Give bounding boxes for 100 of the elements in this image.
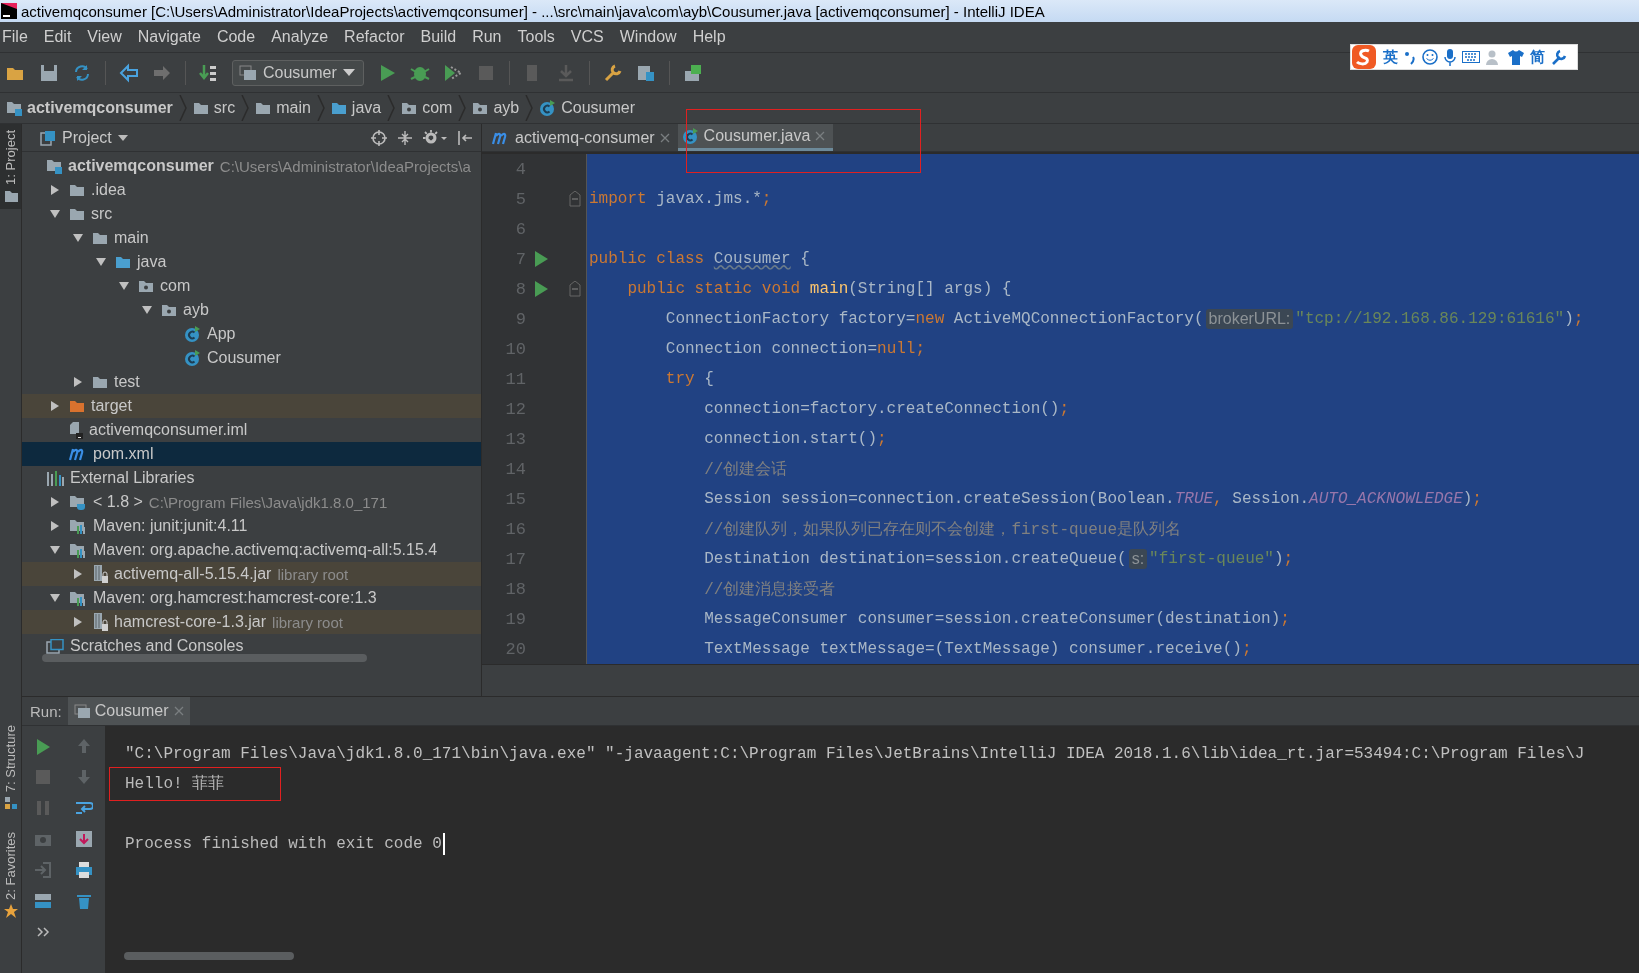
run-tab[interactable]: Cousumer (67, 697, 190, 725)
tree-item[interactable]: src (22, 202, 481, 226)
smiley-icon[interactable] (1422, 49, 1438, 65)
breadcrumb[interactable]: activemqconsumer (6, 99, 173, 117)
menu-item[interactable]: View (79, 28, 130, 46)
side-tab[interactable]: 7: Structure (0, 718, 21, 817)
side-tab[interactable]: 1: Project (0, 124, 21, 209)
tree-item[interactable]: External Libraries (22, 466, 481, 490)
breadcrumb[interactable]: src (192, 99, 236, 117)
punctuation-icon[interactable] (1404, 49, 1416, 65)
expand-arrow-icon[interactable] (72, 232, 84, 244)
menu-item[interactable]: Edit (35, 28, 80, 46)
layout-icon[interactable] (34, 891, 52, 910)
expand-arrow-icon[interactable] (72, 568, 84, 580)
menu-item[interactable]: Refactor (336, 28, 413, 46)
tree-item[interactable]: Maven: junit:junit:4.11 (22, 514, 481, 538)
breadcrumb[interactable]: java (330, 99, 382, 117)
expand-arrow-icon[interactable] (118, 280, 130, 292)
input-mode-label[interactable]: 英 (1383, 47, 1398, 67)
expand-arrow-icon[interactable] (49, 208, 61, 220)
menu-item[interactable]: File (0, 28, 36, 46)
collapse-icon[interactable] (397, 129, 413, 146)
breadcrumb[interactable]: main (255, 99, 311, 117)
tree-item[interactable]: com (22, 274, 481, 298)
expand-arrow-icon[interactable] (49, 184, 61, 196)
save-icon[interactable] (39, 62, 59, 83)
tree-item[interactable]: pom.xml (22, 442, 481, 466)
scrollbar-thumb[interactable] (42, 654, 367, 662)
tree-item[interactable]: main (22, 226, 481, 250)
tree-item[interactable]: < 1.8 > C:\Program Files\Java\jdk1.8.0_171 (22, 490, 481, 514)
back-arrow-icon[interactable] (119, 62, 139, 83)
tree-item[interactable]: Scratches and Consoles (22, 634, 481, 658)
expand-arrow-icon[interactable] (49, 520, 61, 532)
run-icon[interactable] (34, 736, 52, 755)
package-folder-icon (472, 100, 489, 116)
menu-item[interactable]: Navigate (129, 28, 209, 46)
editor-tab[interactable]: activemq-consumer (488, 124, 678, 151)
tree-item[interactable]: target (22, 394, 481, 418)
scroll-to-end-icon[interactable] (75, 829, 93, 848)
code-text: "tcp://192.168.86.129:61616"); (1295, 310, 1584, 328)
settings-icon[interactable] (423, 129, 447, 146)
microphone-icon[interactable] (1444, 48, 1456, 66)
print-icon[interactable] (75, 860, 93, 879)
tree-item[interactable]: .idea (22, 178, 481, 202)
expand-arrow-icon[interactable] (49, 544, 61, 556)
folder-icon (92, 230, 108, 246)
run-configuration-dropdown[interactable]: Cousumer (232, 59, 364, 86)
expand-arrow-icon[interactable] (72, 616, 84, 628)
hide-panel-icon[interactable] (457, 129, 473, 146)
tree-item[interactable]: test (22, 370, 481, 394)
tree-item[interactable]: Cousumer (22, 346, 481, 370)
menu-item[interactable]: VCS (562, 28, 612, 46)
locate-icon[interactable] (371, 129, 387, 146)
run-icon[interactable] (534, 251, 548, 267)
expand-arrow-icon[interactable] (49, 592, 61, 604)
tree-item[interactable]: activemq-all-5.15.4.jar library root (22, 562, 481, 586)
menu-item[interactable]: Help (684, 28, 734, 46)
keyboard-icon[interactable] (1462, 51, 1480, 63)
menu-item[interactable]: Analyze (263, 28, 337, 46)
tree-item[interactable]: activemqconsumer.iml (22, 418, 481, 442)
console-icon (73, 704, 90, 718)
expand-arrow-icon[interactable] (49, 400, 61, 412)
menu-item[interactable]: Run (464, 28, 510, 46)
tree-item[interactable]: Maven: org.apache.activemq:activemq-all:5.15.4 (22, 538, 481, 562)
scrollbar-thumb[interactable] (124, 952, 294, 960)
wrench-icon[interactable] (602, 62, 623, 83)
tree-item[interactable]: ayb (22, 298, 481, 322)
expand-arrow-icon[interactable] (49, 496, 61, 508)
project-view-dropdown[interactable]: Project (34, 127, 134, 148)
tree-item[interactable]: hamcrest-core-1.3.jar library root (22, 610, 481, 634)
tree-item[interactable]: java (22, 250, 481, 274)
script-mode-label[interactable]: 简 (1530, 47, 1545, 67)
breadcrumb[interactable]: ayb (472, 99, 520, 117)
more-chevron-icon[interactable] (36, 924, 50, 939)
wrench-icon[interactable] (1551, 49, 1567, 65)
tree-item[interactable]: Maven: org.hamcrest:hamcrest-core:1.3 (22, 586, 481, 610)
breadcrumb[interactable]: com (401, 99, 453, 117)
expand-arrow-icon[interactable] (72, 376, 84, 388)
menu-item[interactable]: Code (208, 28, 264, 46)
shirt-icon[interactable] (1508, 49, 1524, 65)
project-folder-icon (46, 158, 62, 174)
side-tab[interactable]: 2: Favorites (0, 826, 21, 924)
menu-item[interactable]: Build (412, 28, 465, 46)
tree-item[interactable]: activemqconsumer C:\Users\Administrator\IdeaProjects\a (22, 154, 481, 178)
panel-label: Run: (30, 702, 62, 720)
run-icon[interactable] (534, 281, 548, 297)
tree-item[interactable]: App (22, 322, 481, 346)
menu-item[interactable]: Window (611, 28, 685, 46)
breadcrumb[interactable]: Cousumer (539, 99, 636, 117)
expand-arrow-icon[interactable] (95, 256, 107, 268)
menu-item[interactable]: Tools (509, 28, 563, 46)
close-icon[interactable] (659, 132, 670, 143)
coverage-icon[interactable] (442, 62, 463, 83)
sync-icon[interactable] (72, 62, 92, 83)
editor-tab[interactable]: Cousumer.java (677, 124, 834, 151)
folder-icon (69, 206, 85, 222)
sdk-icon[interactable] (682, 62, 703, 83)
expand-arrow-icon[interactable] (141, 304, 153, 316)
build-icon[interactable] (199, 62, 219, 83)
code-text: MessageConsumer consumer=session.createConsumer(destination); (704, 610, 1290, 628)
